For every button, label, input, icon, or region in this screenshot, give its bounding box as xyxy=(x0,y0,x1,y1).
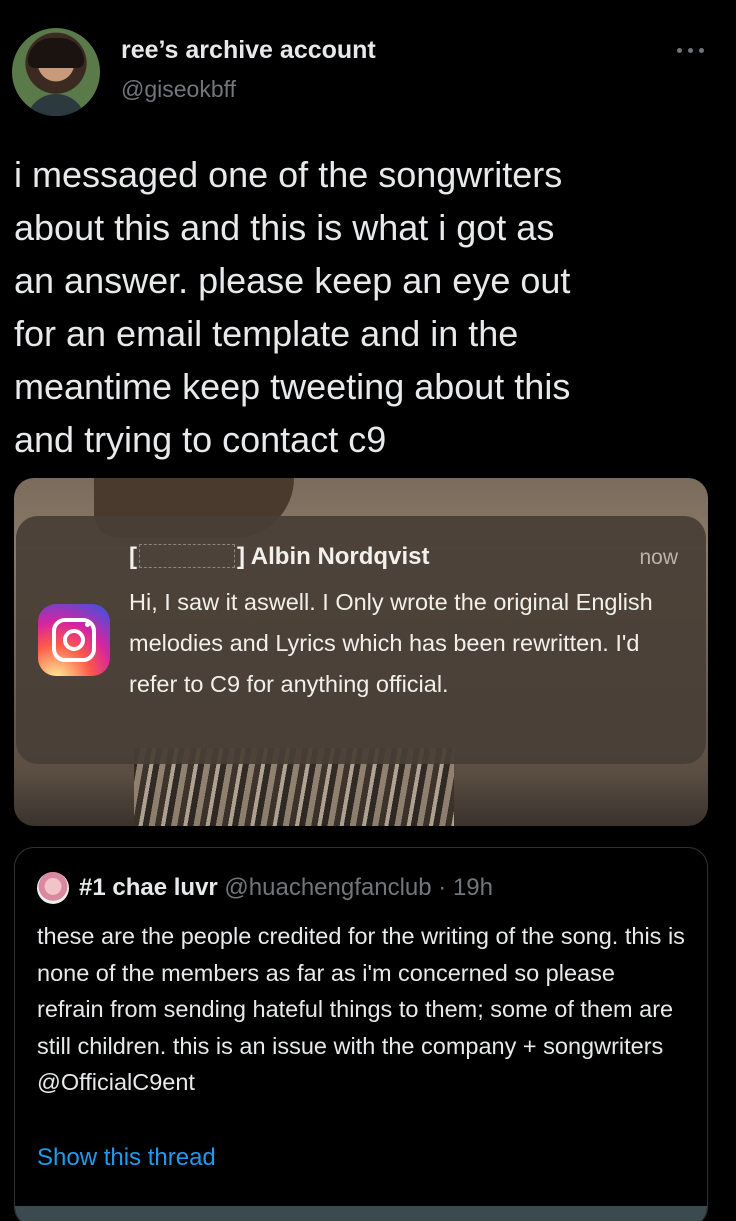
sender-name: Albin Nordqvist xyxy=(250,543,430,570)
quoted-media-preview[interactable] xyxy=(15,1206,707,1221)
author-display-name[interactable]: ree’s archive account xyxy=(121,36,376,65)
instagram-icon xyxy=(38,604,110,676)
instagram-icon-dot xyxy=(85,622,90,627)
author-handle[interactable]: @giseokbff xyxy=(121,76,236,103)
notification-message: Hi, I saw it aswell. I Only wrote the or… xyxy=(129,589,653,697)
notification-time: now xyxy=(639,546,678,569)
tweet-header: ree’s archive account @giseokbff xyxy=(0,0,736,130)
tweet-text: i messaged one of the songwriters about … xyxy=(14,154,571,460)
bracket-close: ] xyxy=(237,543,245,570)
redacted-box xyxy=(139,544,235,568)
tweet-media-image[interactable]: [] Albin Nordqvist now Hi, I saw it aswe… xyxy=(14,478,708,826)
bracket-open: [ xyxy=(129,543,137,570)
more-options-icon[interactable] xyxy=(670,40,710,60)
more-dot xyxy=(687,47,693,53)
more-dot xyxy=(698,47,704,53)
show-thread-link[interactable]: Show this thread xyxy=(37,1144,216,1172)
more-dot xyxy=(676,47,682,53)
instagram-icon-lens xyxy=(63,629,85,651)
quoted-handle[interactable]: @huachengfanclub xyxy=(224,874,431,901)
notification-sender: [] Albin Nordqvist xyxy=(129,543,429,571)
quoted-time[interactable]: 19h xyxy=(453,874,493,901)
quoted-tweet-header: #1 chae luvr @huachengfanclub · 19h xyxy=(79,874,493,902)
avatar-shirt xyxy=(26,94,86,116)
quoted-separator: · xyxy=(431,874,453,901)
quoted-tweet[interactable]: #1 chae luvr @huachengfanclub · 19h thes… xyxy=(14,847,708,1221)
quoted-avatar[interactable] xyxy=(37,872,69,904)
quoted-tweet-text: these are the people credited for the wr… xyxy=(37,923,685,1095)
avatar-hair xyxy=(28,38,84,68)
instagram-notification: [] Albin Nordqvist now Hi, I saw it aswe… xyxy=(16,516,706,764)
author-avatar[interactable] xyxy=(12,28,100,116)
quoted-display-name[interactable]: #1 chae luvr xyxy=(79,874,218,901)
